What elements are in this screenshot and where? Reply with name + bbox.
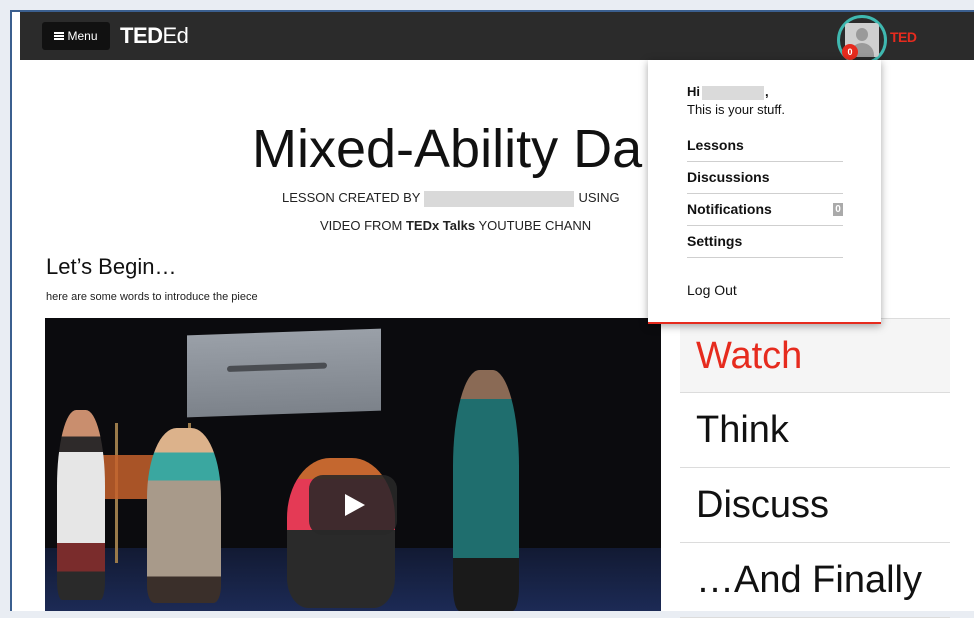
greeting-suffix: , bbox=[765, 84, 769, 99]
side-nav-think[interactable]: Think bbox=[680, 393, 950, 468]
video-from-label: VIDEO FROM bbox=[320, 218, 403, 233]
notifications-count: 0 bbox=[833, 203, 843, 216]
using-label: USING bbox=[578, 190, 620, 205]
redacted-author bbox=[424, 190, 575, 207]
performer-1 bbox=[57, 410, 105, 600]
screen-player-bar bbox=[227, 362, 327, 372]
video-player[interactable] bbox=[45, 318, 661, 611]
lessons-label: Lessons bbox=[687, 137, 744, 153]
settings-label: Settings bbox=[687, 233, 743, 249]
logo-ed-text: Ed bbox=[162, 23, 189, 48]
hamburger-icon bbox=[54, 31, 65, 40]
menu-label: Menu bbox=[67, 29, 98, 43]
side-nav-watch[interactable]: Watch bbox=[680, 318, 950, 393]
user-dropdown-menu: Hi, This is your stuff. Lessons Discussi… bbox=[648, 60, 881, 324]
performer-2 bbox=[147, 428, 221, 603]
dropdown-subtitle: This is your stuff. bbox=[687, 102, 786, 117]
teded-logo[interactable]: TEDEd bbox=[120, 23, 189, 49]
channel-suffix-label: YOUTUBE CHANN bbox=[478, 218, 592, 233]
video-source-line: VIDEO FROM TEDx Talks YOUTUBE CHANN bbox=[320, 218, 591, 233]
redacted-username bbox=[702, 85, 764, 100]
play-button-icon[interactable] bbox=[309, 475, 397, 535]
notifications-label: Notifications bbox=[687, 201, 772, 217]
menu-button[interactable]: Menu bbox=[42, 22, 110, 50]
notification-badge: 0 bbox=[842, 44, 858, 60]
greeting-text: Hi bbox=[687, 84, 700, 99]
dropdown-list: Lessons Discussions Notifications 0 Setti… bbox=[687, 130, 843, 258]
dropdown-item-lessons[interactable]: Lessons bbox=[687, 130, 843, 162]
lesson-side-nav: Watch Think Discuss …And Finally bbox=[680, 318, 950, 618]
logout-link[interactable]: Log Out bbox=[687, 282, 737, 298]
lesson-byline: LESSON CREATED BY USING bbox=[282, 190, 620, 207]
ted-logo[interactable]: TED bbox=[890, 29, 917, 45]
performer-4 bbox=[453, 370, 519, 611]
dropdown-item-settings[interactable]: Settings bbox=[687, 226, 843, 258]
discussions-label: Discussions bbox=[687, 169, 770, 185]
side-nav-discuss[interactable]: Discuss bbox=[680, 468, 950, 543]
page-title: Mixed-Ability Da bbox=[252, 119, 643, 179]
channel-name[interactable]: TEDx Talks bbox=[406, 218, 475, 233]
created-by-label: LESSON CREATED BY bbox=[282, 190, 421, 205]
avatar-head-icon bbox=[856, 28, 868, 41]
user-avatar-button[interactable]: 0 bbox=[837, 15, 887, 65]
dropdown-item-notifications[interactable]: Notifications 0 bbox=[687, 194, 843, 226]
dropdown-item-discussions[interactable]: Discussions bbox=[687, 162, 843, 194]
dropdown-greeting: Hi, bbox=[687, 84, 769, 100]
logo-ted-text: TED bbox=[120, 23, 163, 48]
side-nav-and-finally[interactable]: …And Finally bbox=[680, 543, 950, 618]
section-title: Let’s Begin… bbox=[46, 254, 177, 279]
intro-text: here are some words to introduce the pie… bbox=[46, 291, 258, 303]
stage-screen bbox=[187, 328, 381, 418]
top-navigation-bar: Menu TEDEd 0 TED bbox=[20, 12, 974, 65]
